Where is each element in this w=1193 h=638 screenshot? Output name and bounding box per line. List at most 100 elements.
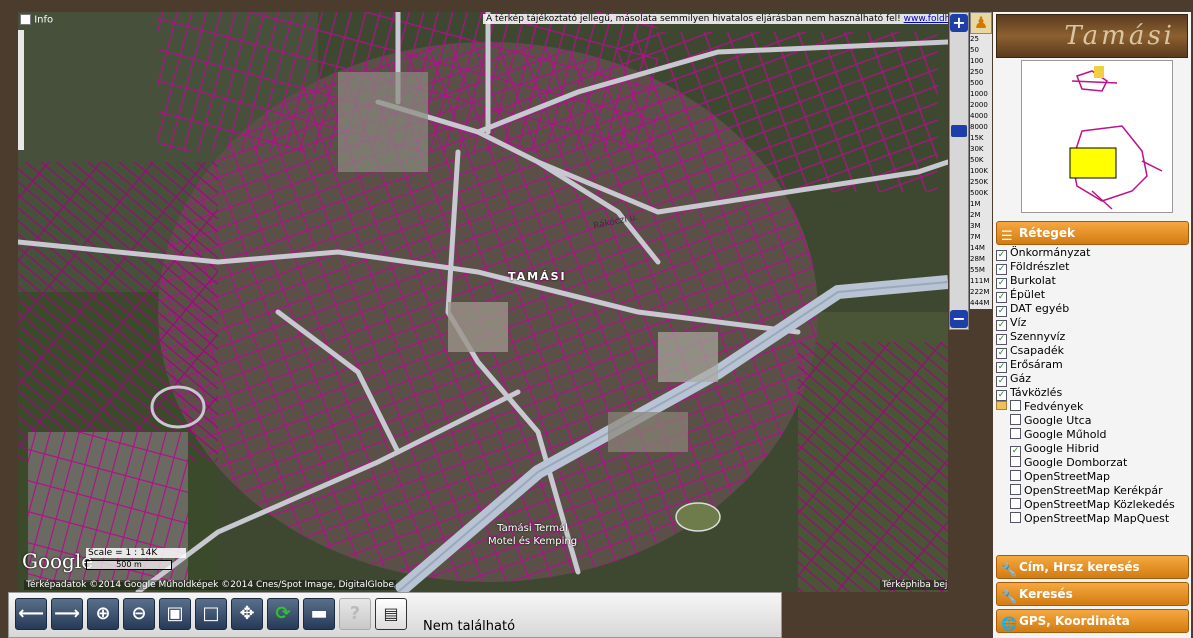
zoom-level-item[interactable]: 500 <box>970 78 992 89</box>
zoom-level-item[interactable]: 2000 <box>970 100 992 111</box>
town-logo-banner: Tamási <box>996 14 1188 58</box>
zoom-level-item[interactable]: 14M <box>970 243 992 254</box>
layer-checkbox[interactable] <box>1010 484 1021 495</box>
layer-label: OpenStreetMap <box>1024 470 1111 483</box>
zoom-level-list: 25 50 100 250 500 1000 2000 4000 8000 15K 30K 50K 10… <box>970 34 992 309</box>
zoom-level-item[interactable]: 222M <box>970 287 992 298</box>
forward-arrow-icon[interactable]: ⟶ <box>51 598 83 630</box>
zoom-level-item[interactable]: 7M <box>970 232 992 243</box>
layer-item[interactable]: ✓ Távközlés <box>996 386 1189 401</box>
layer-item[interactable]: Google Műhold <box>996 428 1189 442</box>
layer-checkbox[interactable] <box>1010 470 1021 481</box>
layer-checkbox[interactable] <box>1010 456 1021 467</box>
layer-item[interactable]: ✓ DAT egyéb <box>996 302 1189 317</box>
layer-label: Fedvények <box>1024 400 1084 413</box>
back-arrow-icon[interactable]: ⟵ <box>15 598 47 630</box>
zoom-in-button[interactable]: + <box>950 14 968 32</box>
zoom-level-item[interactable]: 2M <box>970 210 992 221</box>
layer-label: DAT egyéb <box>1010 302 1070 315</box>
zoom-level-item[interactable]: 1M <box>970 199 992 210</box>
zoom-slider[interactable]: + − <box>949 12 969 330</box>
zoom-level-item[interactable]: 4000 <box>970 111 992 122</box>
layer-label: Google Műhold <box>1024 428 1107 441</box>
measure-ruler-icon[interactable]: ▬ <box>303 598 335 630</box>
zoom-level-item[interactable]: 1000 <box>970 89 992 100</box>
poi-label: Tamási Termál Motel és Kemping <box>488 522 577 548</box>
layer-item[interactable]: OpenStreetMap <box>996 470 1189 484</box>
layers-header[interactable]: ☰ Rétegek <box>996 221 1189 245</box>
zoom-out-button[interactable]: − <box>950 310 968 328</box>
layer-label: Google Utca <box>1024 414 1092 427</box>
info-checkbox[interactable] <box>20 14 31 25</box>
layer-checkbox[interactable] <box>1010 414 1021 425</box>
layer-item[interactable]: ✓ Földrészlet <box>996 260 1189 275</box>
layer-item[interactable]: Fedvények <box>996 400 1189 414</box>
layer-checkbox[interactable] <box>1010 428 1021 439</box>
layer-item[interactable]: OpenStreetMap MapQuest <box>996 512 1189 526</box>
layer-item[interactable]: ✓ Csapadék <box>996 344 1189 359</box>
layer-item[interactable]: Google Domborzat <box>996 456 1189 470</box>
layer-checkbox[interactable] <box>1010 400 1021 411</box>
layer-label: Gáz <box>1010 372 1032 385</box>
layer-item[interactable]: ✓ Google Hibrid <box>996 442 1189 457</box>
zoom-level-item[interactable]: 100K <box>970 166 992 177</box>
overview-minimap[interactable] <box>1021 60 1173 213</box>
layer-label: Épület <box>1010 288 1046 301</box>
wrench-icon: 🔧 <box>1001 563 1018 578</box>
minimap-canvas[interactable] <box>1022 61 1172 212</box>
report-error-link[interactable]: Térképhiba bejelentése <box>880 580 948 590</box>
layer-item[interactable]: ✓ Erősáram <box>996 358 1189 373</box>
zoom-level-item[interactable]: 50K <box>970 155 992 166</box>
layer-item[interactable]: ✓ Víz <box>996 316 1189 331</box>
layer-item[interactable]: OpenStreetMap Közlekedés <box>996 498 1189 512</box>
status-text: Nem található <box>423 619 516 634</box>
search-header[interactable]: 🔧 Keresés <box>996 582 1189 606</box>
layer-item[interactable]: OpenStreetMap Kerékpár <box>996 484 1189 498</box>
layer-item[interactable]: ✓ Önkormányzat <box>996 246 1189 261</box>
layer-item[interactable]: ✓ Épület <box>996 288 1189 303</box>
zoom-box-icon[interactable]: ▣ <box>159 598 191 630</box>
map-view[interactable]: Info A térkép tájékoztató jellegű, másol… <box>18 12 948 592</box>
zoom-level-item[interactable]: 8000 <box>970 122 992 133</box>
zoom-level-item[interactable]: 15K <box>970 133 992 144</box>
poi-label-line1: Tamási Termál <box>497 523 568 534</box>
layer-checkbox[interactable] <box>1010 498 1021 509</box>
info-label: Info <box>34 14 54 26</box>
zoom-level-item[interactable]: 250K <box>970 177 992 188</box>
full-extent-icon[interactable]: □ <box>195 598 227 630</box>
refresh-icon[interactable]: ⟳ <box>267 598 299 630</box>
layer-list: ✓ Önkormányzat ✓ Földrészlet ✓ Burkolat ✓ Épüle… <box>996 246 1189 526</box>
zoom-level-item[interactable]: 25 <box>970 34 992 45</box>
zoom-in-tool-icon[interactable]: ⊕ <box>87 598 119 630</box>
zoom-level-item[interactable]: 30K <box>970 144 992 155</box>
info-toggle[interactable]: Info <box>20 14 90 28</box>
poi-label-line2: Motel és Kemping <box>488 536 578 547</box>
zoom-slider-handle[interactable] <box>951 125 967 137</box>
zoom-level-item[interactable]: 55M <box>970 265 992 276</box>
layer-label: Burkolat <box>1010 274 1056 287</box>
zoom-out-tool-icon[interactable]: ⊖ <box>123 598 155 630</box>
map-canvas[interactable] <box>18 12 948 592</box>
layer-item[interactable]: ✓ Gáz <box>996 372 1189 387</box>
pegman-icon[interactable]: ♟ <box>970 12 992 34</box>
layer-item[interactable]: Google Utca <box>996 414 1189 428</box>
zoom-level-item[interactable]: 50 <box>970 45 992 56</box>
zoom-level-item[interactable]: 111M <box>970 276 992 287</box>
layer-item[interactable]: ✓ Burkolat <box>996 274 1189 289</box>
zoom-level-item[interactable]: 100 <box>970 56 992 67</box>
zoom-level-item[interactable]: 28M <box>970 254 992 265</box>
zoom-level-item[interactable]: 3M <box>970 221 992 232</box>
layer-item[interactable]: ✓ Szennyvíz <box>996 330 1189 345</box>
pan-icon[interactable]: ✥ <box>231 598 263 630</box>
layer-checkbox[interactable] <box>1010 512 1021 523</box>
zoom-level-item[interactable]: 444M <box>970 298 992 309</box>
document-icon[interactable]: ▤ <box>375 598 407 630</box>
zoom-level-item[interactable]: 250 <box>970 67 992 78</box>
help-icon[interactable]: ? <box>339 598 371 630</box>
google-logo[interactable]: Google <box>22 549 93 573</box>
gps-header[interactable]: 🌐 GPS, Koordináta <box>996 609 1189 633</box>
scale-text: Scale = 1 : 14K <box>86 548 186 558</box>
address-search-header[interactable]: 🔧 Cím, Hrsz keresés <box>996 555 1189 579</box>
zoom-level-item[interactable]: 500K <box>970 188 992 199</box>
disclaimer-link[interactable]: www.foldhivatal.hu <box>904 14 948 24</box>
